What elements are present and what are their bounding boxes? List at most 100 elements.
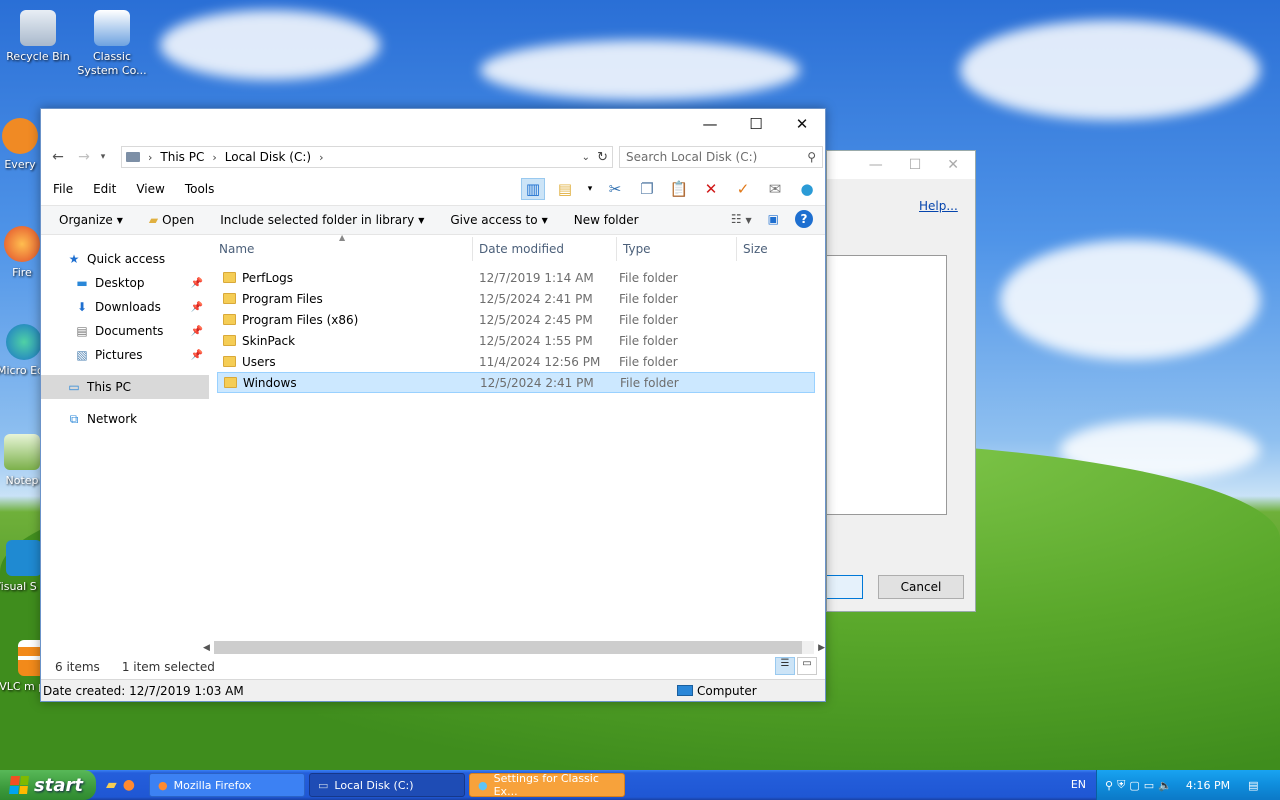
column-type[interactable]: Type <box>617 237 737 261</box>
chevron-down-icon[interactable]: ▾ <box>585 178 595 200</box>
back-button[interactable]: ← <box>45 149 71 165</box>
menu-view[interactable]: View <box>136 182 164 196</box>
email-icon[interactable]: ✉ <box>763 178 787 200</box>
volume-icon[interactable]: 🔈 <box>1158 779 1172 792</box>
nav-pictures[interactable]: ▧ Pictures 📌 <box>41 343 209 367</box>
table-row[interactable]: SkinPack 12/5/2024 1:55 PM File folder <box>217 330 817 351</box>
open-button[interactable]: ▰ Open <box>149 213 194 227</box>
scroll-track[interactable] <box>213 641 815 654</box>
pin-icon[interactable]: 📌 <box>191 326 203 337</box>
navigation-pane-icon[interactable]: ▥ <box>521 178 545 200</box>
copy-icon[interactable]: ❐ <box>635 178 659 200</box>
pin-icon[interactable]: 📌 <box>191 302 203 313</box>
file-name: Program Files (x86) <box>242 312 359 327</box>
task-label: Mozilla Firefox <box>173 778 252 792</box>
firefox-quicklaunch-icon[interactable]: ● <box>123 777 135 793</box>
maximize-button[interactable]: ☐ <box>733 109 779 139</box>
table-row[interactable]: PerfLogs 12/7/2019 1:14 AM File folder <box>217 267 817 288</box>
table-row[interactable]: Program Files 12/5/2024 2:41 PM File fol… <box>217 288 817 309</box>
nav-documents[interactable]: ▤ Documents 📌 <box>41 319 209 343</box>
horizontal-scrollbar[interactable]: ◀ ▶ <box>203 639 825 656</box>
pin-icon[interactable]: 📌 <box>191 278 203 289</box>
explorer-quicklaunch-icon[interactable]: ▰ <box>106 777 117 793</box>
folder-icon <box>223 314 236 325</box>
edge-icon <box>6 324 42 360</box>
cancel-button[interactable]: Cancel <box>878 575 964 599</box>
nav-label: Network <box>87 412 138 426</box>
column-date-modified[interactable]: Date modified <box>473 237 617 261</box>
table-row[interactable]: Users 11/4/2024 12:56 PM File folder <box>217 351 817 372</box>
search-box[interactable]: Search Local Disk (C:) ⚲ <box>619 146 823 168</box>
give-access-button[interactable]: Give access to ▼ <box>450 213 547 227</box>
scroll-left-icon[interactable]: ◀ <box>203 643 210 653</box>
help-icon[interactable]: ? <box>795 210 813 228</box>
notepad-icon <box>4 434 40 470</box>
column-size[interactable]: Size <box>737 237 817 261</box>
task-firefox[interactable]: ● Mozilla Firefox <box>149 773 305 797</box>
view-switcher: ☰ ▭ <box>775 657 817 675</box>
cut-icon[interactable]: ✂ <box>603 178 627 200</box>
preview-pane-icon[interactable]: ▣ <box>768 212 779 226</box>
minimize-button[interactable]: — <box>687 109 733 139</box>
nav-this-pc[interactable]: ▭ This PC <box>41 375 209 399</box>
settings-globe-icon[interactable]: ● <box>795 178 819 200</box>
language-indicator[interactable]: EN <box>1071 778 1086 791</box>
recent-locations-button[interactable]: ▾ <box>97 152 109 162</box>
desktop-icon-recycle-bin[interactable]: Recycle Bin <box>0 10 76 64</box>
network-icon[interactable]: ▭ <box>1144 779 1154 792</box>
documents-icon: ▤ <box>76 324 88 338</box>
breadcrumb-this-pc[interactable]: This PC <box>160 150 204 164</box>
scroll-thumb[interactable] <box>213 641 802 654</box>
table-row[interactable]: Program Files (x86) 12/5/2024 2:45 PM Fi… <box>217 309 817 330</box>
chevron-down-icon: ▾ <box>100 152 106 162</box>
help-link[interactable]: Help... <box>919 199 958 213</box>
organize-button[interactable]: Organize ▼ <box>59 213 123 227</box>
location-computer: Computer <box>677 684 757 698</box>
close-button[interactable]: ✕ <box>779 109 825 139</box>
table-row-selected[interactable]: Windows 12/5/2024 2:41 PM File folder <box>217 372 815 393</box>
window-icon[interactable]: ▢ <box>1129 779 1139 792</box>
maximize-icon[interactable]: ☐ <box>909 157 922 173</box>
address-dropdown-icon[interactable]: ⌄ <box>582 152 590 163</box>
task-settings[interactable]: ● Settings for Classic Ex... <box>469 772 625 798</box>
forward-button[interactable]: → <box>71 149 97 165</box>
nav-desktop[interactable]: ▬ Desktop 📌 <box>41 271 209 295</box>
notification-icon[interactable]: ▤ <box>1248 779 1258 792</box>
menu-file[interactable]: File <box>53 182 73 196</box>
menu-tools[interactable]: Tools <box>185 182 215 196</box>
nav-downloads[interactable]: ⬇ Downloads 📌 <box>41 295 209 319</box>
start-button[interactable]: start <box>0 770 96 800</box>
nav-label: This PC <box>87 380 131 394</box>
file-type: File folder <box>619 270 678 285</box>
drive-icon: ▭ <box>318 778 329 792</box>
details-view-icon[interactable]: ☰ <box>775 657 795 675</box>
include-in-library-button[interactable]: Include selected folder in library ▼ <box>220 213 424 227</box>
ok-button[interactable] <box>827 575 863 599</box>
nav-quick-access[interactable]: ★ Quick access <box>41 247 209 271</box>
large-icons-view-icon[interactable]: ▭ <box>797 657 817 675</box>
desktop-icon-classic-system[interactable]: Classic System Co... <box>74 10 150 78</box>
delete-icon[interactable]: ✕ <box>699 178 723 200</box>
folder-icon <box>223 293 236 304</box>
properties-check-icon[interactable]: ✓ <box>731 178 755 200</box>
folder-up-icon[interactable]: ▤ <box>553 178 577 200</box>
task-local-disk[interactable]: ▭ Local Disk (C:) <box>309 773 465 797</box>
address-bar[interactable]: › This PC › Local Disk (C:) › ⌄ ↻ <box>121 146 613 168</box>
minimize-icon[interactable]: — <box>869 157 883 173</box>
paste-icon[interactable]: 📋 <box>667 178 691 200</box>
search-input[interactable]: Search Local Disk (C:) <box>626 150 757 164</box>
pin-icon[interactable]: 📌 <box>191 350 203 361</box>
search-icon[interactable]: ⚲ <box>1105 779 1113 792</box>
file-name: PerfLogs <box>242 270 294 285</box>
refresh-icon[interactable]: ↻ <box>597 150 608 165</box>
breadcrumb-local-disk[interactable]: Local Disk (C:) <box>225 150 311 164</box>
new-folder-button[interactable]: New folder <box>574 213 639 227</box>
close-icon[interactable]: ✕ <box>947 157 959 173</box>
menu-edit[interactable]: Edit <box>93 182 116 196</box>
shield-icon[interactable]: ⛨ <box>1117 778 1125 792</box>
change-view-icon[interactable]: ☷ ▼ <box>731 212 752 226</box>
nav-network[interactable]: ⧉ Network <box>41 407 209 431</box>
scroll-right-icon[interactable]: ▶ <box>818 643 825 653</box>
back-arrow-icon: ← <box>52 149 64 165</box>
clock[interactable]: 4:16 PM <box>1186 779 1230 792</box>
